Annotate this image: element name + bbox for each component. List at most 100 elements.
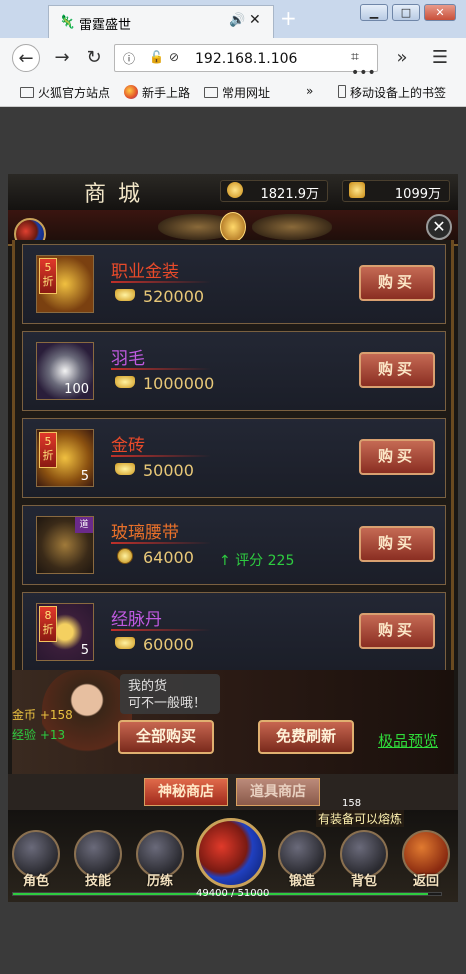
info-icon[interactable]: ⓘ (123, 50, 135, 67)
speech-bubble: 我的货 可不一般哦！ (120, 674, 220, 714)
gold-armor-icon[interactable]: 5 折 (36, 255, 94, 313)
item-count: 100 (64, 382, 89, 397)
discount-badge: 5 折 (39, 432, 57, 468)
mobile-icon (338, 85, 346, 98)
item-name: 金砖 (111, 436, 145, 456)
pill-icon[interactable]: 8 折 5 (36, 603, 94, 661)
belt-icon[interactable]: 道 (36, 516, 94, 574)
shop-title: 商城 (84, 182, 153, 207)
premium-preview-link[interactable]: 极品预览 (378, 730, 438, 751)
item-underline (111, 542, 211, 544)
buy-button[interactable]: 购买 (359, 613, 435, 649)
back-button[interactable]: ← (12, 44, 40, 72)
ingot-icon (115, 376, 135, 388)
menu-icon[interactable]: ☰ (426, 44, 454, 72)
bookmark-getting-started[interactable]: 新手上路 (124, 84, 190, 101)
ingot-icon (115, 463, 135, 475)
character-label: 角色 (22, 874, 49, 889)
minimize-button[interactable]: ▁ (360, 4, 388, 21)
buy-button[interactable]: 购买 (359, 439, 435, 475)
feather-icon[interactable]: 100 (36, 342, 94, 400)
main-orb-icon[interactable] (196, 818, 266, 888)
page-actions-icon[interactable]: ⌗ ••• (351, 49, 377, 81)
return-label: 返回 (412, 874, 439, 889)
gold-brick-icon[interactable]: 5 折 5 (36, 429, 94, 487)
url-bar[interactable]: ⓘ 🔓 ⊘ 192.168.1.106 ⌗ ••• (114, 44, 378, 81)
url-text[interactable]: 192.168.1.106 (195, 51, 297, 67)
gold-gain-text: 金币 +158 (12, 708, 73, 722)
site-favicon-icon: 🦎 (59, 15, 76, 30)
item-count: 5 (80, 643, 89, 658)
close-window-button[interactable]: ✕ (424, 4, 456, 21)
buy-button[interactable]: 购买 (359, 352, 435, 388)
skills-label: 技能 (84, 874, 111, 889)
shop-item: 道 玻璃腰带 64000 ↑ 评分 225 购买 (22, 505, 446, 585)
training-label: 历练 (146, 874, 173, 889)
gold-currency[interactable]: 1821.9万 (220, 180, 328, 202)
buy-button[interactable]: 购买 (359, 265, 435, 301)
shop-item-list: 5 折 职业金装 520000 购买 100 羽毛 1000000 购买 5 折… (12, 240, 454, 672)
shop-tabs: 神秘商店 道具商店 (8, 774, 458, 810)
bookmark-official[interactable]: 火狐官方站点 (20, 84, 110, 101)
dragon-right-icon (252, 214, 332, 240)
browser-tab[interactable]: 🦎 雷霆盛世 🔊 ✕ (48, 5, 274, 38)
item-name: 经脉丹 (111, 610, 162, 630)
item-price: 50000 (143, 461, 194, 480)
window-titlebar: 🦎 雷霆盛世 🔊 ✕ + ▁ □ ✕ (0, 0, 466, 39)
gold-coin-icon (227, 182, 243, 198)
item-name: 职业金装 (111, 262, 179, 282)
maximize-button[interactable]: □ (392, 4, 420, 21)
game-canvas: 商城 1821.9万 1099万 ✕ 5 折 职业金装 520000 购买 10… (8, 174, 458, 902)
folder-icon (204, 87, 218, 98)
coin-icon (117, 548, 133, 564)
speech-text: 我的货 可不一般哦！ (128, 679, 207, 711)
buy-button[interactable]: 购买 (359, 526, 435, 562)
bookmarks-toolbar: 火狐官方站点 新手上路 常用网址 » 移动设备上的书签 (0, 78, 466, 107)
bookmark-mobile[interactable]: 移动设备上的书签 (338, 84, 446, 101)
shop-header: 商城 1821.9万 1099万 (8, 174, 458, 211)
bookmarks-overflow-icon[interactable]: » (306, 84, 313, 98)
reload-button[interactable]: ↻ (80, 44, 108, 72)
navigation-bar: ← → ↻ ⓘ 🔓 ⊘ 192.168.1.106 ⌗ ••• » ☰ (0, 38, 466, 81)
forge-label: 锻造 (288, 874, 315, 889)
item-price: 60000 (143, 635, 194, 654)
shop-item: 8 折 5 经脉丹 60000 购买 (22, 592, 446, 672)
folder-icon (20, 87, 34, 98)
speaker-icon[interactable]: 🔊 (229, 13, 245, 28)
item-underline (111, 455, 211, 457)
tab-mystery-shop[interactable]: 神秘商店 (144, 778, 228, 806)
bag-label: 背包 (350, 874, 377, 889)
overflow-chevron-icon[interactable]: » (388, 44, 416, 72)
bag-badge-count: 158 (342, 798, 362, 809)
tab-item-shop[interactable]: 道具商店 (236, 778, 320, 806)
discount-badge: 8 折 (39, 606, 57, 642)
forward-button[interactable]: → (48, 44, 76, 72)
item-underline (111, 368, 211, 370)
item-underline (111, 629, 211, 631)
item-tag: 道 (75, 517, 93, 533)
free-refresh-button[interactable]: 免费刷新 (258, 720, 354, 754)
bottom-dock: 角色 技能 历练 锻造 背包 返回 158 有装备可以熔炼 49400 / 51… (8, 798, 458, 902)
gold-amount: 1821.9万 (260, 187, 320, 202)
item-name: 玻璃腰带 (111, 523, 179, 543)
insecure-lock-icon[interactable]: 🔓 (149, 50, 164, 64)
experience-text: 49400 / 51000 (196, 888, 270, 899)
tracking-icon[interactable]: ⊘ (169, 50, 179, 64)
ingot-icon (115, 289, 135, 301)
exp-gain-text: 经验 +13 (12, 728, 66, 742)
shop-item: 100 羽毛 1000000 购买 (22, 331, 446, 411)
new-tab-icon[interactable]: + (280, 6, 297, 30)
shop-item: 5 折 职业金装 520000 购买 (22, 244, 446, 324)
ingot-currency[interactable]: 1099万 (342, 180, 450, 202)
buy-all-button[interactable]: 全部购买 (118, 720, 214, 754)
item-price: 520000 (143, 287, 205, 306)
item-price: 1000000 (143, 374, 215, 393)
ingot-icon (115, 637, 135, 649)
tab-title: 雷霆盛世 (79, 18, 132, 33)
tab-close-icon[interactable]: ✕ (249, 12, 261, 28)
item-score: ↑ 评分 225 (219, 553, 295, 569)
shop-item: 5 折 5 金砖 50000 购买 (22, 418, 446, 498)
bookmark-common-sites[interactable]: 常用网址 (204, 84, 270, 101)
close-shop-button[interactable]: ✕ (426, 214, 452, 240)
item-name: 羽毛 (111, 349, 145, 369)
